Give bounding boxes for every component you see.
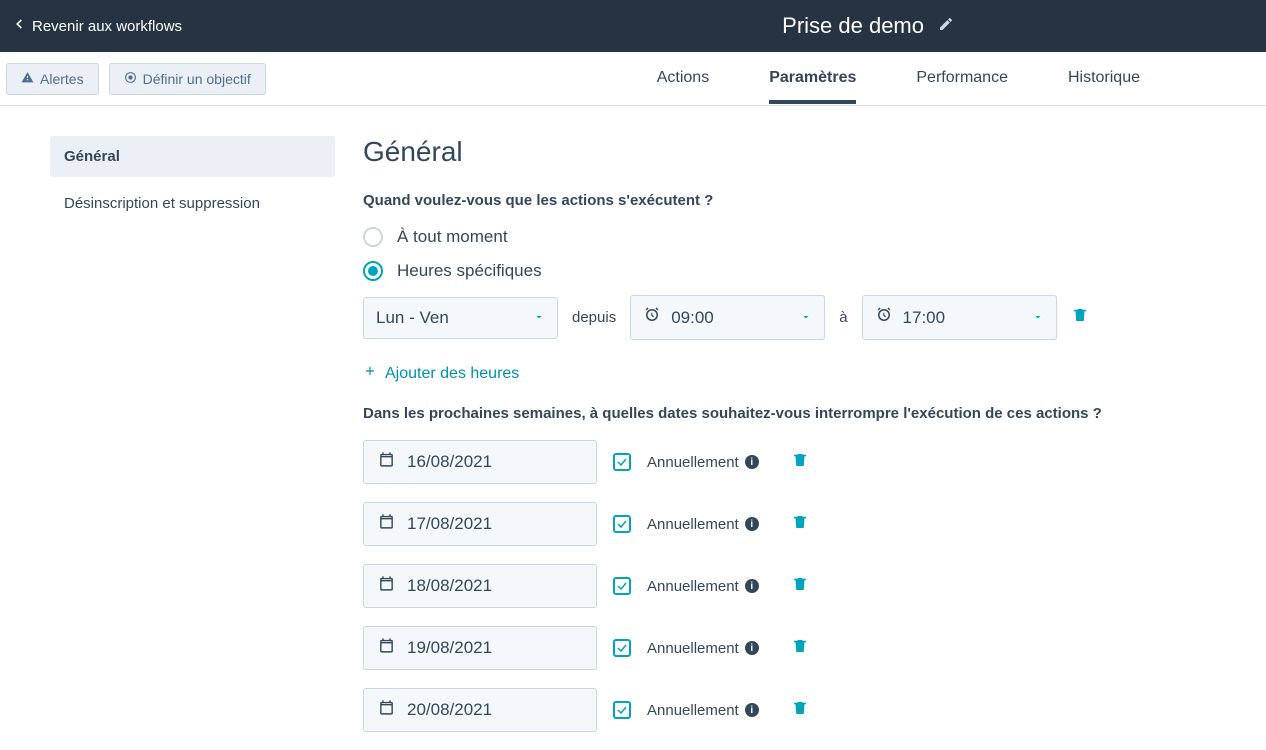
delete-date-icon[interactable] xyxy=(791,451,809,474)
pause-date-row: 19/08/2021 Annuellement i xyxy=(363,626,1102,670)
section-heading: Général xyxy=(363,136,1102,168)
pause-date-input[interactable]: 20/08/2021 xyxy=(363,688,597,732)
radio-anytime[interactable]: À tout moment xyxy=(363,227,1102,247)
pause-date-value: 17/08/2021 xyxy=(407,514,492,534)
sidebar-item-label: Général xyxy=(64,148,120,165)
radio-label: À tout moment xyxy=(397,227,508,247)
calendar-icon xyxy=(378,451,395,473)
main-panel: Général Quand voulez-vous que les action… xyxy=(335,136,1102,750)
annual-label: Annuellement i xyxy=(647,454,759,471)
day-range-select[interactable]: Lun - Ven xyxy=(363,297,558,339)
info-icon[interactable]: i xyxy=(745,703,759,717)
pause-date-row: 20/08/2021 Annuellement i xyxy=(363,688,1102,732)
alerts-label: Alertes xyxy=(40,71,84,87)
annual-checkbox[interactable] xyxy=(613,453,631,471)
clock-icon xyxy=(875,306,893,329)
from-label: depuis xyxy=(572,309,616,326)
back-label: Revenir aux workflows xyxy=(32,18,182,35)
clock-icon xyxy=(643,306,661,329)
info-icon[interactable]: i xyxy=(745,455,759,469)
chevron-left-icon xyxy=(12,14,26,38)
pause-date-value: 18/08/2021 xyxy=(407,576,492,596)
pause-date-input[interactable]: 16/08/2021 xyxy=(363,440,597,484)
sidebar-item-label: Désinscription et suppression xyxy=(64,195,260,212)
annual-checkbox[interactable] xyxy=(613,639,631,657)
time-range-row: Lun - Ven depuis 09:00 à xyxy=(363,295,1102,340)
back-to-workflows-link[interactable]: Revenir aux workflows xyxy=(12,14,182,38)
pause-date-value: 16/08/2021 xyxy=(407,452,492,472)
pause-date-value: 20/08/2021 xyxy=(407,700,492,720)
pause-date-row: 17/08/2021 Annuellement i xyxy=(363,502,1102,546)
caret-down-icon xyxy=(800,308,812,328)
calendar-icon xyxy=(378,575,395,597)
annual-checkbox[interactable] xyxy=(613,515,631,533)
sidebar-item-general[interactable]: Général xyxy=(50,136,335,177)
tabs-bar: Actions Paramètres Performance Historiqu… xyxy=(657,54,1140,104)
delete-date-icon[interactable] xyxy=(791,513,809,536)
annual-checkbox[interactable] xyxy=(613,577,631,595)
info-icon[interactable]: i xyxy=(745,641,759,655)
page-title: Prise de demo xyxy=(342,13,924,39)
plus-icon xyxy=(363,364,377,383)
radio-icon xyxy=(363,227,383,247)
define-goal-button[interactable]: Définir un objectif xyxy=(109,63,266,95)
radio-icon-selected xyxy=(363,261,383,281)
goal-label: Définir un objectif xyxy=(143,71,251,87)
delete-date-icon[interactable] xyxy=(791,575,809,598)
add-hours-label: Ajouter des heures xyxy=(385,365,519,383)
calendar-icon xyxy=(378,513,395,535)
time-start-value: 09:00 xyxy=(671,308,714,328)
annual-label: Annuellement i xyxy=(647,702,759,719)
question-pause-dates: Dans les prochaines semaines, à quelles … xyxy=(363,405,1102,422)
delete-date-icon[interactable] xyxy=(791,637,809,660)
pause-date-input[interactable]: 17/08/2021 xyxy=(363,502,597,546)
tab-performance[interactable]: Performance xyxy=(916,54,1008,104)
add-hours-link[interactable]: Ajouter des heures xyxy=(363,364,519,383)
time-end-value: 17:00 xyxy=(903,308,946,328)
annual-checkbox[interactable] xyxy=(613,701,631,719)
radio-specific-hours[interactable]: Heures spécifiques xyxy=(363,261,1102,281)
delete-time-row-icon[interactable] xyxy=(1071,306,1089,329)
day-range-value: Lun - Ven xyxy=(376,308,449,328)
time-end-select[interactable]: 17:00 xyxy=(862,295,1057,340)
top-header: Revenir aux workflows Prise de demo xyxy=(0,0,1266,52)
tab-parametres[interactable]: Paramètres xyxy=(769,54,856,104)
sidebar: Général Désinscription et suppression xyxy=(50,136,335,750)
pause-date-input[interactable]: 18/08/2021 xyxy=(363,564,597,608)
tab-historique[interactable]: Historique xyxy=(1068,54,1140,104)
sidebar-item-unsubscribe[interactable]: Désinscription et suppression xyxy=(50,183,335,224)
sub-header: Alertes Définir un objectif Actions Para… xyxy=(0,52,1266,106)
caret-down-icon xyxy=(533,308,545,328)
annual-label: Annuellement i xyxy=(647,516,759,533)
pause-date-row: 16/08/2021 Annuellement i xyxy=(363,440,1102,484)
target-icon xyxy=(124,71,137,87)
pause-date-input[interactable]: 19/08/2021 xyxy=(363,626,597,670)
pause-date-value: 19/08/2021 xyxy=(407,638,492,658)
delete-date-icon[interactable] xyxy=(791,699,809,722)
alerts-button[interactable]: Alertes xyxy=(6,63,99,95)
radio-label: Heures spécifiques xyxy=(397,261,542,281)
annual-label: Annuellement i xyxy=(647,640,759,657)
body-area: Général Désinscription et suppression Gé… xyxy=(0,106,1266,750)
calendar-icon xyxy=(378,699,395,721)
edit-title-icon[interactable] xyxy=(938,16,954,37)
caret-down-icon xyxy=(1032,308,1044,328)
to-label: à xyxy=(839,309,847,326)
calendar-icon xyxy=(378,637,395,659)
warning-icon xyxy=(21,71,34,87)
time-start-select[interactable]: 09:00 xyxy=(630,295,825,340)
tab-actions[interactable]: Actions xyxy=(657,54,709,104)
pause-date-row: 18/08/2021 Annuellement i xyxy=(363,564,1102,608)
question-execution-timing: Quand voulez-vous que les actions s'exéc… xyxy=(363,192,1102,209)
info-icon[interactable]: i xyxy=(745,517,759,531)
info-icon[interactable]: i xyxy=(745,579,759,593)
annual-label: Annuellement i xyxy=(647,578,759,595)
